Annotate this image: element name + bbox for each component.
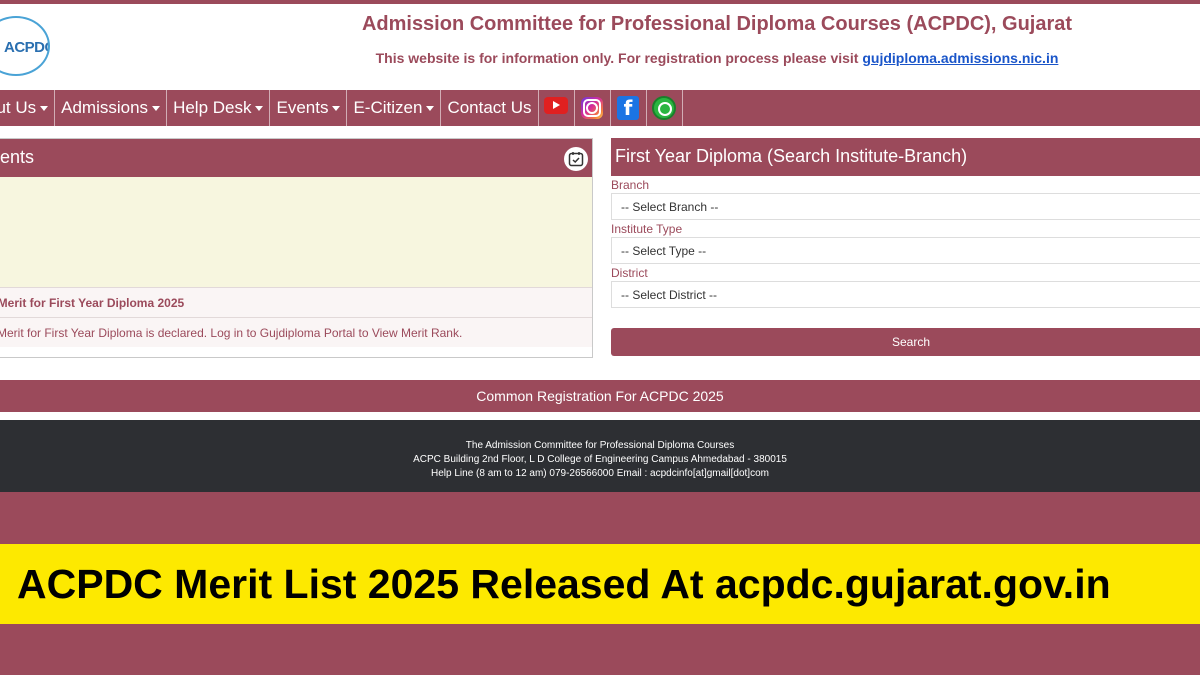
youtube-link[interactable] xyxy=(539,90,575,126)
event-item[interactable]: l Merit for First Year Diploma 2025 xyxy=(0,287,592,317)
district-label: District xyxy=(611,266,648,280)
district-select[interactable]: -- Select District -- xyxy=(611,281,1200,308)
nav-label: out Us xyxy=(0,98,37,117)
common-registration-banner[interactable]: Common Registration For ACPDC 2025 xyxy=(0,380,1200,412)
nav-contact-us[interactable]: Contact Us xyxy=(441,90,539,126)
footer-org-name: The Admission Committee for Professional… xyxy=(465,440,735,451)
nav-label: Contact Us xyxy=(447,98,532,117)
branch-select[interactable]: -- Select Branch -- xyxy=(611,193,1200,220)
footer-address: ACPC Building 2nd Floor, L D College of … xyxy=(413,454,787,465)
institute-type-select[interactable]: -- Select Type -- xyxy=(611,237,1200,264)
nav-label: E-Citizen xyxy=(353,98,423,117)
calendar-button[interactable] xyxy=(564,147,588,171)
facebook-icon: f xyxy=(617,96,640,120)
calendar-check-icon xyxy=(568,152,584,167)
events-header: vents xyxy=(0,139,592,177)
nav-label: Events xyxy=(276,98,329,117)
site-notice: This website is for information only. Fo… xyxy=(0,50,1200,66)
whatsapp-link[interactable] xyxy=(647,90,683,126)
nav-help-desk[interactable]: Help Desk xyxy=(167,90,271,126)
top-border xyxy=(0,0,1200,4)
notice-text: This website is for information only. Fo… xyxy=(375,50,859,66)
event-item[interactable]: l Merit for First Year Diploma is declar… xyxy=(0,317,592,347)
headline-caption: ACPDC Merit List 2025 Released At acpdc.… xyxy=(0,544,1200,624)
chevron-down-icon xyxy=(40,105,49,111)
search-button[interactable]: Search xyxy=(611,328,1200,356)
instagram-link[interactable] xyxy=(575,90,611,126)
footer-helpline: Help Line (8 am to 12 am) 079-26566000 E… xyxy=(431,468,769,479)
institute-type-label: Institute Type xyxy=(611,222,683,236)
site-title: Admission Committee for Professional Dip… xyxy=(361,13,1073,35)
events-list xyxy=(0,177,592,287)
registration-link[interactable]: gujdiploma.admissions.nic.in xyxy=(862,50,1058,66)
youtube-icon xyxy=(544,96,569,114)
event-description: l Merit for First Year Diploma is declar… xyxy=(0,325,463,340)
facebook-link[interactable]: f xyxy=(611,90,647,126)
main-nav: out Us Admissions Help Desk Events E-Cit… xyxy=(0,90,1200,126)
nav-events[interactable]: Events xyxy=(270,90,348,126)
events-title: vents xyxy=(0,147,35,167)
whatsapp-icon xyxy=(652,96,677,120)
event-title: l Merit for First Year Diploma 2025 xyxy=(0,295,185,310)
search-institute-panel: First Year Diploma (Search Institute-Bra… xyxy=(611,138,1200,356)
search-panel-title: First Year Diploma (Search Institute-Bra… xyxy=(611,138,1200,176)
chevron-down-icon xyxy=(255,105,264,111)
instagram-icon xyxy=(581,97,604,119)
branch-label: Branch xyxy=(611,178,650,192)
events-panel: vents l Merit for First Year Diploma 202… xyxy=(0,138,593,358)
chevron-down-icon xyxy=(152,105,161,111)
footer: The Admission Committee for Professional… xyxy=(0,420,1200,492)
chevron-down-icon xyxy=(426,105,435,111)
nav-admissions[interactable]: Admissions xyxy=(55,90,168,126)
nav-about-us[interactable]: out Us xyxy=(0,90,56,126)
nav-label: Admissions xyxy=(61,98,149,117)
nav-e-citizen[interactable]: E-Citizen xyxy=(347,90,442,126)
chevron-down-icon xyxy=(332,105,341,111)
nav-label: Help Desk xyxy=(173,98,252,117)
